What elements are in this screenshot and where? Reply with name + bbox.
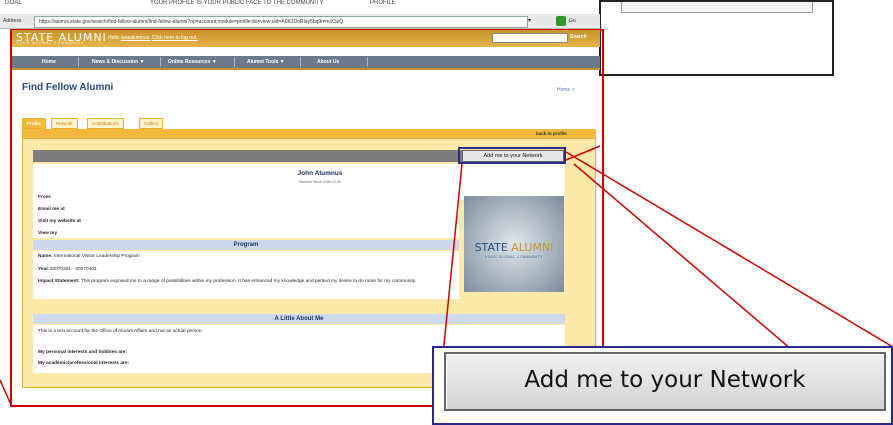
search-input[interactable] xyxy=(492,33,568,43)
tab-network[interactable]: Network xyxy=(51,118,78,129)
program-heading: Program xyxy=(33,240,459,250)
top-strip-left: GOAL xyxy=(5,0,22,6)
impact-statement: Impact Statement: This program exposed m… xyxy=(38,279,417,284)
nav-divider xyxy=(78,57,79,67)
chevron-down-icon[interactable]: ▾ xyxy=(528,17,531,24)
site-header: STATE ALUMNI YOUR GLOBAL COMMUNITY Hello… xyxy=(12,30,600,47)
search-button[interactable]: Search xyxy=(570,34,587,40)
tab-content-bar xyxy=(22,129,596,138)
popup-inner-field xyxy=(621,2,813,13)
add-to-network-button-magnified[interactable]: Add me to your Network xyxy=(444,352,886,411)
logout-link[interactable]: Click here to log out. xyxy=(152,35,198,41)
main-nav: Home News & Discussion ▼ Online Resource… xyxy=(12,56,600,68)
field-view: View my xyxy=(38,231,58,236)
page-title: Find Fellow Alumni xyxy=(22,82,114,93)
top-strip-right: PROFILE xyxy=(370,0,396,6)
address-label: Address xyxy=(3,18,22,24)
tab-profile[interactable]: Profile xyxy=(22,118,47,129)
url-input[interactable]: https://alumni.state.gov/search/find-fel… xyxy=(34,16,528,28)
field-email: Email me at xyxy=(38,207,65,212)
field-website: Visit my website at xyxy=(38,219,81,224)
nav-resources[interactable]: Online Resources ▼ xyxy=(168,59,217,65)
address-bar: Address https://alumni.state.gov/search/… xyxy=(0,14,600,29)
academic-interests: My academic/professional interests are: xyxy=(38,361,130,366)
contact-box xyxy=(33,190,459,238)
profile-photo: STATE ALUMNI YOUR GLOBAL COMMUNITY xyxy=(464,196,564,292)
go-icon[interactable] xyxy=(556,16,566,26)
field-from: From: xyxy=(38,195,52,200)
about-heading: A Little About Me xyxy=(33,314,565,324)
go-button[interactable]: Go xyxy=(569,18,576,24)
tab-gallery[interactable]: Gallery xyxy=(139,118,164,129)
home-link[interactable]: Home > xyxy=(557,87,575,93)
top-strip: GOAL YOUR PROFILE IS YOUR PUBLIC FACE TO… xyxy=(0,0,600,8)
nav-divider xyxy=(300,57,301,67)
personal-interests: My personal interests and hobbies are: xyxy=(38,350,128,355)
greeting: Hello lanealumnus. Click here to log out… xyxy=(108,35,198,41)
nav-divider xyxy=(160,57,161,67)
magnified-callout: Add me to your Network xyxy=(432,346,893,425)
nav-underline xyxy=(12,68,600,70)
nav-home[interactable]: Home xyxy=(42,59,56,65)
about-text: This is a test account for the Office of… xyxy=(38,329,203,334)
highlight-box-blue xyxy=(458,147,566,164)
profile-name: John Alumnus xyxy=(297,170,343,177)
username-link[interactable]: lanealumnus. xyxy=(121,35,151,41)
top-strip-mid: YOUR PROFILE IS YOUR PUBLIC FACE TO THE … xyxy=(150,0,324,6)
program-name: Name: International Visitor Leadership P… xyxy=(38,254,140,259)
greeting-prefix: Hello xyxy=(108,35,120,41)
nav-news[interactable]: News & Discussion ▼ xyxy=(92,59,144,65)
nav-about[interactable]: About Us xyxy=(317,59,339,65)
back-to-profile-link[interactable]: back to profile xyxy=(536,131,567,136)
site-logo-sub: YOUR GLOBAL COMMUNITY xyxy=(16,41,85,45)
nav-divider xyxy=(367,57,368,67)
nav-alumni-tools[interactable]: Alumni Tools ▼ xyxy=(247,59,285,65)
tab-contributions[interactable]: Contributions xyxy=(87,118,124,129)
logo-image-sub: YOUR GLOBAL COMMUNITY xyxy=(484,255,543,259)
popup-box xyxy=(599,0,834,76)
program-year: Year:20070201 - 20070401 xyxy=(38,267,97,272)
nav-divider xyxy=(234,57,235,67)
member-since: Member Since 2008-02-05 xyxy=(299,180,341,184)
logo-image-text: STATE ALUMNI xyxy=(474,241,554,254)
